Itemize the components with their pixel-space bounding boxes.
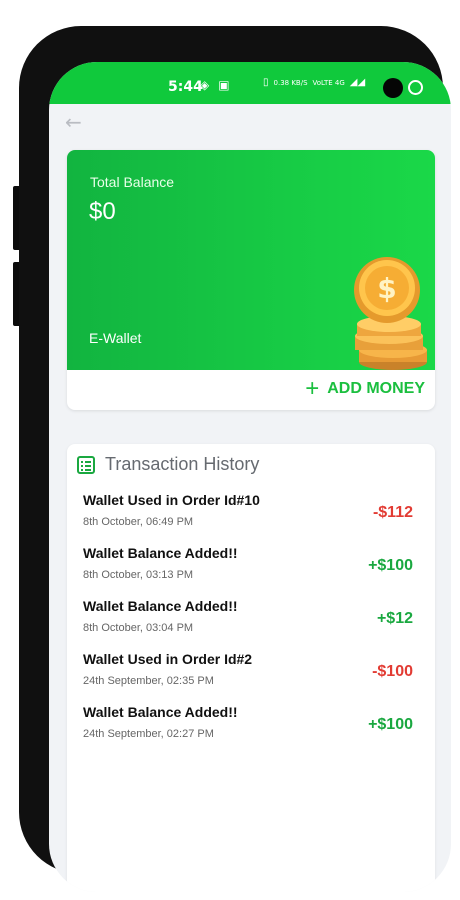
status-notification-icons: ◈ ▣: [200, 78, 230, 92]
wallet-name: E-Wallet: [89, 330, 142, 346]
transaction-title: Wallet Balance Added!!: [83, 598, 238, 614]
add-money-label: ADD MONEY: [327, 380, 425, 397]
transaction-amount: +$12: [376, 610, 413, 627]
phone-frame: 5:44 ◈ ▣ ▯ 0.38 KB/S VoLTE 4G ◢◢ ← Total…: [19, 26, 451, 892]
vibrate-icon: ▯: [263, 77, 269, 88]
coin-stack-icon: $: [354, 257, 427, 370]
transaction-title: Wallet Balance Added!!: [83, 704, 238, 720]
add-money-button[interactable]: + ADD MONEY: [305, 375, 425, 402]
transaction-row[interactable]: Wallet Balance Added!! 24th September, 0…: [83, 704, 413, 748]
transaction-date: 8th October, 06:49 PM: [83, 516, 194, 528]
total-balance-value: $0: [89, 198, 116, 225]
transaction-title: Wallet Used in Order Id#2: [83, 651, 253, 667]
wallet-balance-panel: Total Balance $0 E-Wallet $: [67, 150, 435, 370]
plus-icon: +: [305, 375, 320, 402]
data-speed: 0.38 KB/S: [273, 78, 308, 87]
status-ring-icon: [408, 80, 423, 95]
wallet-card: Total Balance $0 E-Wallet $ + ADD MONEY: [67, 150, 435, 410]
transaction-date: 8th October, 03:13 PM: [83, 569, 194, 581]
transaction-history-header: Transaction History: [77, 454, 259, 475]
transaction-amount: -$112: [372, 504, 413, 521]
transaction-date: 24th September, 02:27 PM: [83, 728, 214, 740]
transaction-row[interactable]: Wallet Used in Order Id#2 24th September…: [83, 651, 413, 695]
svg-text:$: $: [377, 272, 396, 305]
status-bar: 5:44 ◈ ▣ ▯ 0.38 KB/S VoLTE 4G ◢◢: [49, 62, 451, 104]
back-arrow-icon[interactable]: ←: [65, 110, 82, 134]
transaction-date: 8th October, 03:04 PM: [83, 622, 194, 634]
transaction-amount: -$100: [372, 663, 413, 680]
binance-icon: ◈: [200, 78, 210, 92]
transaction-title: Wallet Used in Order Id#10: [83, 492, 260, 508]
transaction-history-card: Transaction History Wallet Used in Order…: [67, 444, 435, 892]
transaction-row[interactable]: Wallet Used in Order Id#10 8th October, …: [83, 492, 413, 536]
transaction-amount: +$100: [368, 557, 413, 574]
network-label: VoLTE 4G: [312, 78, 345, 87]
status-time: 5:44: [168, 79, 203, 95]
transaction-date: 24th September, 02:35 PM: [83, 675, 214, 687]
status-system-icons: ▯ 0.38 KB/S VoLTE 4G ◢◢: [263, 77, 365, 88]
transaction-row[interactable]: Wallet Balance Added!! 8th October, 03:1…: [83, 545, 413, 589]
signal-icon: ◢◢: [349, 77, 366, 88]
transaction-amount: +$100: [368, 716, 413, 733]
transaction-title: Wallet Balance Added!!: [83, 545, 238, 561]
store-icon: ▣: [218, 78, 230, 92]
phone-screen: 5:44 ◈ ▣ ▯ 0.38 KB/S VoLTE 4G ◢◢ ← Total…: [49, 62, 451, 892]
list-document-icon: [77, 455, 95, 474]
front-camera: [383, 78, 403, 98]
transaction-history-title: Transaction History: [105, 454, 260, 474]
total-balance-label: Total Balance: [90, 174, 175, 190]
transaction-row[interactable]: Wallet Balance Added!! 8th October, 03:0…: [83, 598, 413, 642]
